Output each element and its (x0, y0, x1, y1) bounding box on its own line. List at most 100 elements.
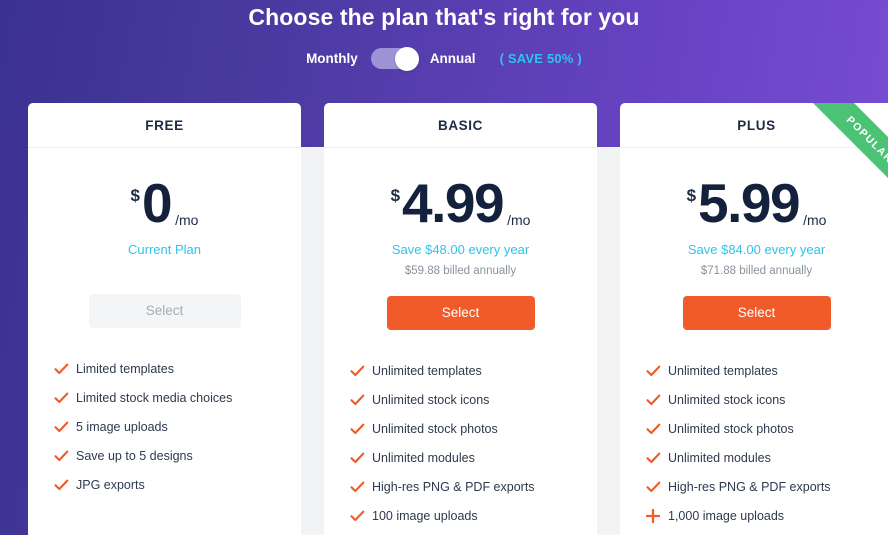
card-body: $0/mo Current Plan Select Limited templates… (28, 147, 301, 535)
card-seam-right (597, 147, 620, 535)
billed-annually-note: $59.88 billed annually (404, 265, 517, 277)
check-icon (638, 423, 668, 435)
feature-list: Unlimited templates Unlimited stock icons… (324, 356, 597, 535)
card-body: $5.99/mo Save $84.00 every year $71.88 bil… (620, 147, 888, 535)
check-icon (638, 452, 668, 464)
feature-item: Unlimited templates (638, 356, 888, 385)
price-amount: 4.99 (402, 172, 505, 234)
monthly-label: Monthly (306, 51, 358, 66)
card-seam-left (301, 147, 324, 535)
feature-item: Unlimited modules (342, 443, 597, 472)
feature-label: Unlimited stock icons (372, 392, 490, 407)
check-icon (342, 365, 372, 377)
save-badge: ( SAVE 50% ) (499, 51, 582, 66)
page-title: Choose the plan that's right for you (248, 4, 640, 30)
feature-label: Unlimited templates (668, 363, 778, 378)
pricing-card-plus: PLUS POPULAR $5.99/mo Save $84.00 every yea… (620, 103, 888, 535)
plan-name: BASIC (437, 117, 483, 133)
billed-annually-note: $71.88 billed annually (700, 265, 813, 277)
plan-name: FREE (145, 117, 184, 133)
feature-item: High-res PNG & PDF exports (638, 472, 888, 501)
feature-item: Unlimited stock icons (638, 385, 888, 414)
check-icon (342, 423, 372, 435)
price-period: /mo (803, 212, 827, 228)
select-button[interactable]: Select (386, 296, 535, 330)
plan-name: PLUS (737, 117, 776, 133)
annual-label: Annual (429, 51, 476, 66)
price-block: $5.99/mo (620, 174, 888, 236)
select-button-wrap: Select (620, 296, 888, 330)
check-icon (638, 365, 668, 377)
feature-item: Unlimited stock icons (342, 385, 597, 414)
feature-label: Limited templates (76, 361, 174, 376)
annual-savings-note: Save $48.00 every year (391, 242, 530, 257)
check-icon (342, 510, 372, 522)
check-icon (46, 363, 76, 375)
billing-toggle-row: Monthly Annual ( SAVE 50% ) (0, 46, 888, 71)
feature-label: Unlimited templates (372, 363, 482, 378)
feature-item: Unlimited templates (342, 356, 597, 385)
card-header: BASIC (324, 103, 597, 147)
feature-label: 100 image uploads (372, 508, 478, 523)
feature-item: Limited stock media choices (46, 383, 301, 412)
check-icon (46, 421, 76, 433)
feature-label: Unlimited modules (372, 450, 475, 465)
feature-label: Save up to 5 designs (76, 448, 193, 463)
plus-icon (638, 508, 668, 523)
currency-symbol: $ (686, 186, 697, 205)
feature-item: Save up to 5 designs (46, 441, 301, 470)
card-body: $4.99/mo Save $48.00 every year $59.88 bil… (324, 147, 597, 535)
currency-symbol: $ (390, 186, 401, 205)
price-period: /mo (507, 212, 531, 228)
currency-symbol: $ (130, 186, 141, 205)
feature-item: Unlimited stock photos (638, 414, 888, 443)
pricing-card-basic: BASIC $4.99/mo Save $48.00 every year $59.8… (324, 103, 597, 535)
pricing-cards: FREE $0/mo Current Plan Select Limited templ… (28, 103, 888, 535)
price-block: $0/mo (28, 174, 301, 236)
feature-item: 1,000 image uploads (638, 501, 888, 530)
feature-label: Unlimited modules (668, 450, 771, 465)
feature-label: High-res PNG & PDF exports (372, 479, 535, 494)
feature-label: High-res PNG & PDF exports (668, 479, 831, 494)
feature-item: Save up to 1,000 designs (638, 530, 888, 535)
card-header: FREE (28, 103, 301, 147)
price-period: /mo (175, 212, 199, 228)
billing-period-toggle[interactable] (370, 46, 419, 71)
feature-label: Unlimited stock icons (668, 392, 786, 407)
feature-item: High-res PNG & PDF exports (342, 472, 597, 501)
feature-list: Limited templates Limited stock media cho… (28, 354, 301, 499)
hero-header: Choose the plan that's right for you Mon… (0, 0, 888, 71)
check-icon (342, 394, 372, 406)
check-icon (638, 394, 668, 406)
select-button-wrap: Select (324, 296, 597, 330)
check-icon (638, 481, 668, 493)
select-button: Select (88, 294, 241, 328)
price-block: $4.99/mo (324, 174, 597, 236)
feature-label: Unlimited stock photos (668, 421, 794, 436)
check-icon (46, 479, 76, 491)
check-icon (46, 392, 76, 404)
feature-item: Unlimited stock photos (342, 414, 597, 443)
card-header: PLUS (620, 103, 888, 147)
feature-label: 5 image uploads (76, 419, 168, 434)
price-amount: 5.99 (698, 172, 801, 234)
price-amount: 0 (142, 172, 173, 234)
feature-item: Limited templates (46, 354, 301, 383)
check-icon (342, 481, 372, 493)
feature-item: JPG exports (46, 470, 301, 499)
feature-item: 100 image uploads (342, 501, 597, 530)
select-button-wrap: Select (28, 294, 301, 328)
feature-label: JPG exports (76, 477, 145, 492)
feature-list: Unlimited templates Unlimited stock icons… (620, 356, 888, 535)
feature-label: 1,000 image uploads (668, 508, 785, 523)
current-plan-note: Current Plan (128, 242, 201, 257)
check-icon (46, 450, 76, 462)
annual-savings-note: Save $84.00 every year (687, 242, 826, 257)
feature-label: Unlimited stock photos (372, 421, 498, 436)
select-button[interactable]: Select (682, 296, 831, 330)
check-icon (342, 452, 372, 464)
toggle-knob[interactable] (394, 46, 419, 71)
pricing-card-free: FREE $0/mo Current Plan Select Limited templ… (28, 103, 301, 535)
feature-item: 5 image uploads (46, 412, 301, 441)
